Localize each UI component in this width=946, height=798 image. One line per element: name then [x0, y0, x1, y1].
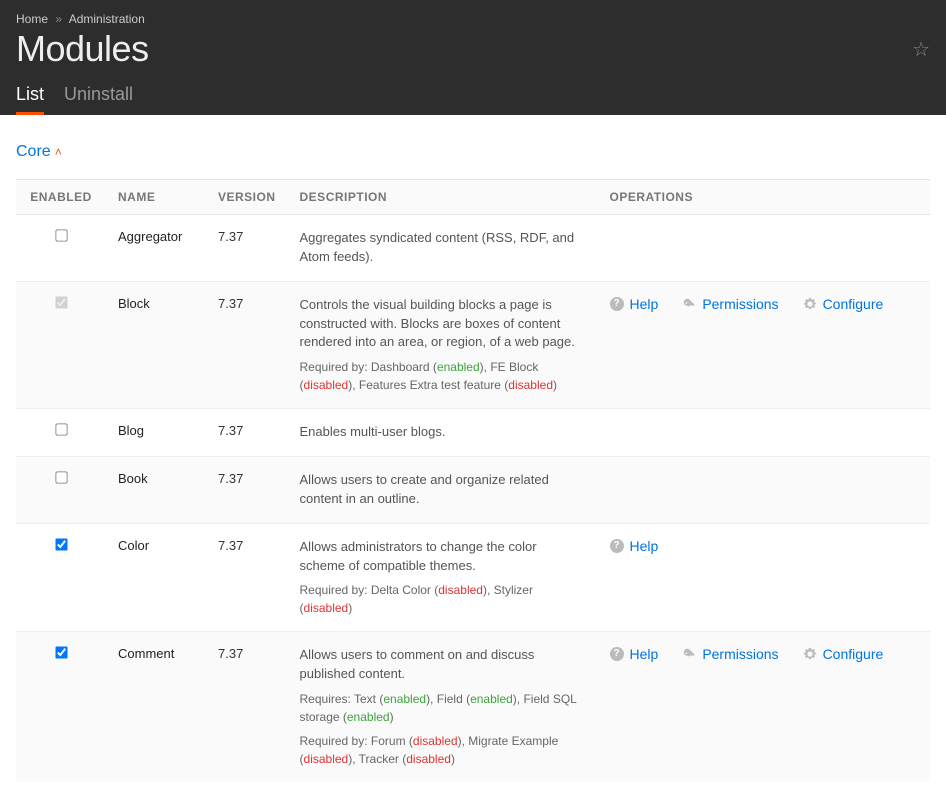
enabled-status: enabled [383, 692, 426, 706]
enabled-status: enabled [437, 360, 480, 374]
table-row: Book7.37Allows users to create and organ… [16, 457, 930, 524]
modules-table: ENABLED NAME VERSION DESCRIPTION OPERATI… [16, 179, 930, 782]
disabled-status: disabled [406, 752, 451, 766]
table-row: Blog7.37Enables multi-user blogs. [16, 409, 930, 457]
help-label: Help [630, 646, 659, 662]
configure-link[interactable]: Configure [803, 296, 884, 312]
disabled-status: disabled [304, 752, 349, 766]
configure-label: Configure [823, 646, 884, 662]
permissions-label: Permissions [702, 646, 778, 662]
favorite-star-icon[interactable]: ☆ [912, 37, 930, 62]
help-label: Help [630, 538, 659, 554]
module-description: Allows users to create and organize rela… [288, 457, 598, 524]
enable-checkbox [55, 296, 67, 308]
breadcrumb: Home » Administration [16, 12, 930, 26]
disabled-status: disabled [304, 378, 349, 392]
chevron-up-icon: ˄ [55, 145, 62, 159]
help-label: Help [630, 296, 659, 312]
permissions-label: Permissions [702, 296, 778, 312]
enable-checkbox[interactable] [55, 229, 67, 241]
help-icon: ? [610, 297, 624, 311]
enable-checkbox[interactable] [55, 471, 67, 483]
module-description: Aggregates syndicated content (RSS, RDF,… [288, 215, 598, 282]
permissions-link[interactable]: Permissions [682, 646, 778, 662]
module-description: Controls the visual building blocks a pa… [288, 281, 598, 409]
enable-checkbox[interactable] [55, 647, 67, 659]
module-version: 7.37 [206, 281, 288, 409]
help-icon: ? [610, 647, 624, 661]
table-row: Comment7.37Allows users to comment on an… [16, 632, 930, 782]
module-name: Block [106, 281, 206, 409]
col-version: VERSION [206, 180, 288, 215]
gear-icon [803, 647, 817, 661]
tab-list[interactable]: List [16, 78, 44, 115]
section-title-label: Core [16, 143, 51, 161]
module-version: 7.37 [206, 409, 288, 457]
table-row: Color7.37Allows administrators to change… [16, 523, 930, 632]
breadcrumb-home[interactable]: Home [16, 12, 48, 26]
module-version: 7.37 [206, 632, 288, 782]
tabs: List Uninstall [16, 78, 930, 115]
disabled-status: disabled [508, 378, 553, 392]
key-icon [682, 297, 696, 311]
breadcrumb-admin[interactable]: Administration [69, 12, 145, 26]
enabled-status: enabled [347, 710, 390, 724]
permissions-link[interactable]: Permissions [682, 296, 778, 312]
col-enabled: ENABLED [16, 180, 106, 215]
module-version: 7.37 [206, 457, 288, 524]
help-icon: ? [610, 539, 624, 553]
disabled-status: disabled [304, 601, 349, 615]
module-name: Book [106, 457, 206, 524]
module-version: 7.37 [206, 215, 288, 282]
tab-uninstall[interactable]: Uninstall [64, 78, 133, 115]
enabled-status: enabled [470, 692, 513, 706]
section-core-toggle[interactable]: Core ˄ [16, 143, 62, 161]
configure-label: Configure [823, 296, 884, 312]
disabled-status: disabled [438, 583, 483, 597]
module-name: Blog [106, 409, 206, 457]
module-name: Comment [106, 632, 206, 782]
help-link[interactable]: ? Help [610, 646, 659, 662]
gear-icon [803, 297, 817, 311]
breadcrumb-sep: » [55, 12, 62, 26]
enable-checkbox[interactable] [55, 538, 67, 550]
col-name: NAME [106, 180, 206, 215]
col-operations: OPERATIONS [598, 180, 930, 215]
key-icon [682, 647, 696, 661]
module-name: Aggregator [106, 215, 206, 282]
module-description: Enables multi-user blogs. [288, 409, 598, 457]
module-version: 7.37 [206, 523, 288, 632]
help-link[interactable]: ? Help [610, 296, 659, 312]
module-name: Color [106, 523, 206, 632]
configure-link[interactable]: Configure [803, 646, 884, 662]
page-title: Modules [16, 28, 149, 70]
table-row: Aggregator7.37Aggregates syndicated cont… [16, 215, 930, 282]
enable-checkbox[interactable] [55, 424, 67, 436]
module-description: Allows administrators to change the colo… [288, 523, 598, 632]
module-description: Allows users to comment on and discuss p… [288, 632, 598, 782]
col-description: DESCRIPTION [288, 180, 598, 215]
table-row: Block7.37Controls the visual building bl… [16, 281, 930, 409]
disabled-status: disabled [413, 734, 458, 748]
help-link[interactable]: ? Help [610, 538, 659, 554]
